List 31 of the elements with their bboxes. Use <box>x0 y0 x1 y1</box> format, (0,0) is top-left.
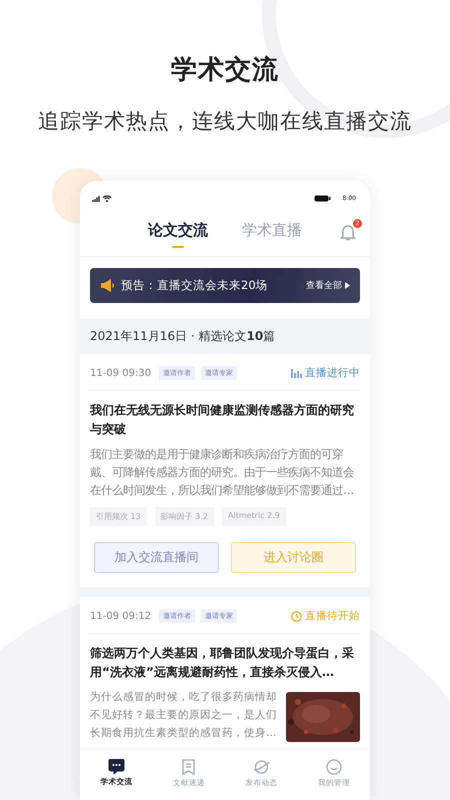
smiley-icon <box>326 759 342 775</box>
date-heading: 2021年11月16日 · 精选论文10篇 <box>80 319 370 354</box>
clock-icon <box>291 610 302 622</box>
planet-icon <box>252 759 270 775</box>
discussion-button[interactable]: 进入讨论圈 <box>231 542 356 573</box>
tab[interactable]: 论文交流 <box>148 221 208 248</box>
banner-text: 预告：直播交流会未来20场 <box>121 278 269 293</box>
tagline: 追踪学术热点，连线大咖在线直播交流 <box>38 108 412 135</box>
document-icon <box>182 759 196 775</box>
headline: 学术交流 <box>171 54 279 87</box>
announcement-banner[interactable]: 预告：直播交流会未来20场 查看全部 <box>90 268 360 303</box>
bell-icon[interactable] <box>340 224 356 241</box>
paper-time: 11-09 09:12 <box>90 610 152 622</box>
megaphone-icon <box>100 279 115 292</box>
tab[interactable]: 学术直播 <box>242 221 302 248</box>
join-live-button[interactable]: 加入交流直播间 <box>94 542 219 573</box>
paper-title: 筛选两万个人类基因，耶鲁团队发现介导蛋白，采用“洗衣液”远离规避耐药性，直接杀灭侵入… <box>90 645 355 681</box>
paper-abstract: 我们主要做的是用于健康诊断和疾病治疗方面的可穿戴、可降解传感器方面的研究。由于一些疾病不知道会在什么时间发生，所以我们希望能够做到不需要通过… <box>90 446 356 499</box>
metric-tag: Altmetric 2.9 <box>222 507 286 526</box>
chat-icon <box>108 759 125 774</box>
paper-title: 我们在无线无源长时间健康监测传感器方面的研究与突破 <box>90 402 355 438</box>
play-icon <box>345 282 350 289</box>
view-all-link[interactable]: 查看全部 <box>306 279 350 292</box>
live-status: 直播待开始 <box>305 609 360 623</box>
metric-tag: 引用频次 13 <box>90 507 147 526</box>
paper-abstract: 为什么感冒的时候，吃了很多药病情却不见好转？最主要的原因之一，是人们长期食用抗生素类型的感冒药，使身… <box>90 690 278 741</box>
battery-icon <box>314 194 331 202</box>
paper-time: 11-09 09:30 <box>90 368 152 378</box>
metric-tag: 影响因子 3.2 <box>154 507 214 526</box>
bars-icon <box>291 368 302 378</box>
live-status: 直播进行中 <box>305 366 360 380</box>
